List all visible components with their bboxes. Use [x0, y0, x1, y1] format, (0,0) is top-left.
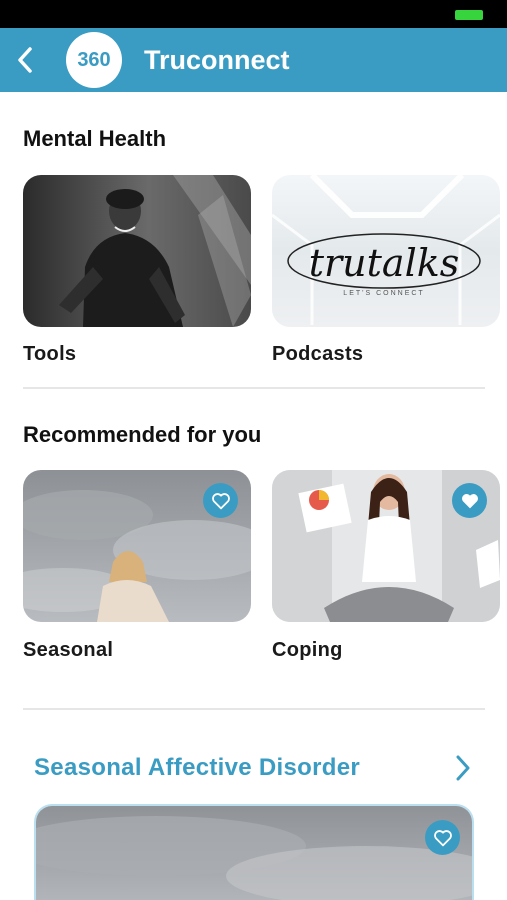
seasonal-card[interactable] — [23, 470, 251, 622]
app-logo: 360 — [66, 32, 122, 88]
mental-health-heading: Mental Health — [23, 126, 167, 151]
back-button[interactable] — [0, 28, 50, 92]
app-bar: 360 Truconnect — [0, 28, 507, 92]
podcasts-card[interactable]: trutalks LET'S CONNECT — [272, 175, 500, 327]
cloudy-sky-photo — [36, 806, 472, 900]
podcasts-label: Podcasts — [272, 343, 364, 365]
coping-card[interactable] — [272, 470, 500, 622]
trutalks-logo-text: trutalks — [309, 241, 460, 285]
logo-text: 360 — [77, 48, 111, 71]
chevron-left-icon — [18, 47, 32, 73]
app-title: Truconnect — [144, 44, 290, 75]
recommended-heading: Recommended for you — [23, 422, 262, 447]
divider — [23, 387, 485, 389]
favorite-button[interactable] — [452, 483, 487, 518]
featured-card[interactable] — [34, 804, 474, 900]
smiling-person-photo — [23, 175, 251, 327]
heart-outline-icon — [433, 829, 452, 846]
status-bar — [0, 0, 507, 28]
seasonal-affective-disorder-link[interactable]: Seasonal Affective Disorder — [23, 744, 485, 792]
battery-icon — [455, 10, 483, 20]
favorite-button[interactable] — [425, 820, 460, 855]
divider — [23, 708, 485, 710]
favorite-button[interactable] — [203, 483, 238, 518]
seasonal-label: Seasonal — [23, 639, 114, 661]
section-link-title: Seasonal Affective Disorder — [34, 754, 360, 781]
trutalks-logo-subtext: LET'S CONNECT — [343, 290, 424, 297]
tools-label: Tools — [23, 343, 77, 365]
heart-outline-icon — [211, 492, 230, 509]
tools-card[interactable] — [23, 175, 251, 327]
heart-filled-icon — [461, 493, 478, 508]
trutalks-logo-image: trutalks LET'S CONNECT — [272, 175, 500, 327]
chevron-right-icon — [456, 755, 470, 781]
coping-label: Coping — [272, 639, 343, 661]
